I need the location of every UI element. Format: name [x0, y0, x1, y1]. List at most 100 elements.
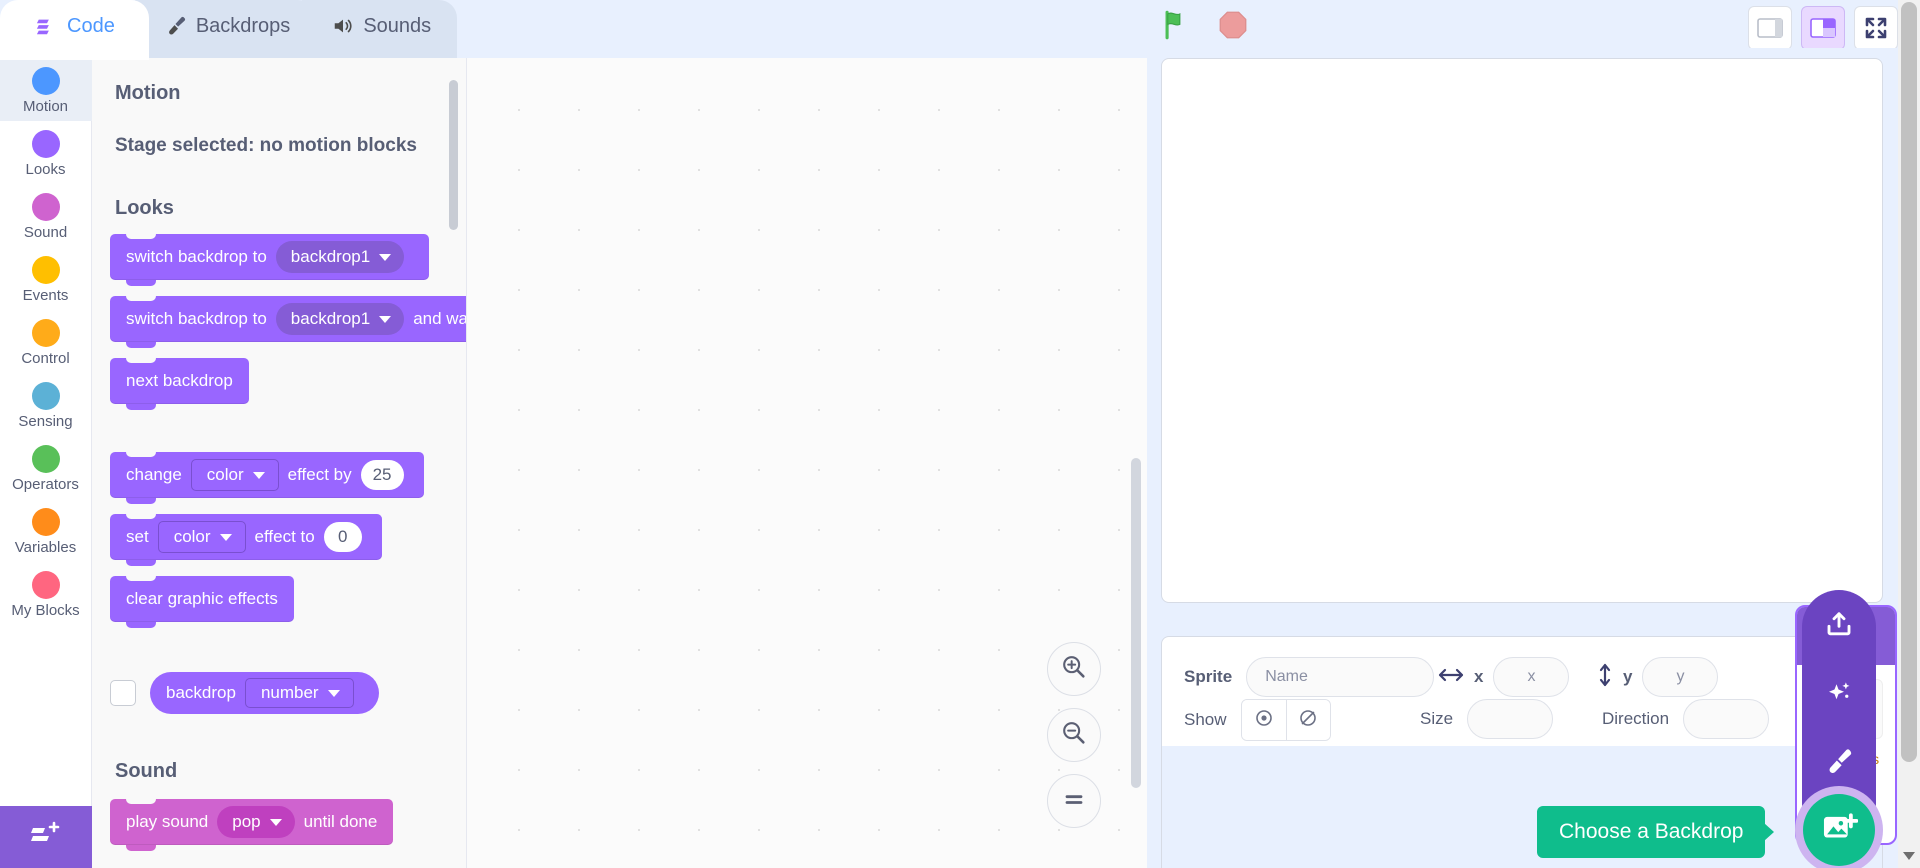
- workspace-zoom-controls: [1047, 642, 1101, 828]
- sprite-direction-row: Direction: [1602, 699, 1770, 739]
- sidebar-item-label: Looks: [25, 161, 66, 178]
- sidebar-item-label: My Blocks: [11, 602, 80, 619]
- dropdown-value: backdrop1: [290, 247, 371, 266]
- stop-button[interactable]: [1216, 8, 1250, 42]
- code-workspace[interactable]: [467, 58, 1147, 868]
- sprite-x-row: x x: [1438, 657, 1570, 697]
- effect-value-input[interactable]: 0: [323, 522, 362, 552]
- sidebar-item-variables[interactable]: Variables: [0, 499, 92, 562]
- tab-sounds-label: Sounds: [363, 14, 432, 37]
- dropdown-value: color: [173, 527, 211, 546]
- category-rail: Motion Looks Sound Events Control Sensin…: [0, 58, 92, 868]
- surprise-backdrop-item[interactable]: [1819, 678, 1859, 712]
- green-flag-button[interactable]: [1160, 8, 1194, 42]
- effect-amount-input[interactable]: 25: [360, 460, 404, 490]
- sprite-show-row: Show: [1184, 699, 1331, 741]
- block-play-sound-until-done[interactable]: play sound pop until done: [110, 798, 394, 851]
- choose-backdrop-tooltip[interactable]: Choose a Backdrop: [1537, 806, 1775, 858]
- show-visible-button[interactable]: [1241, 700, 1286, 740]
- my-blocks-color-dot: [31, 571, 60, 599]
- add-extension-button[interactable]: [0, 806, 92, 868]
- block-set-effect-to[interactable]: set color effect to 0: [110, 513, 382, 566]
- eye-icon: [1254, 708, 1274, 733]
- tab-code[interactable]: Code: [0, 0, 149, 60]
- paintbrush-icon: [1824, 746, 1854, 781]
- block-label: play sound: [126, 812, 209, 831]
- block-label: change: [126, 465, 182, 484]
- sprite-x-input[interactable]: x: [1493, 657, 1570, 697]
- upload-backdrop-item[interactable]: [1819, 610, 1859, 644]
- sound-dropdown[interactable]: pop: [217, 806, 295, 838]
- control-color-dot: [31, 319, 60, 347]
- sidebar-item-label: Control: [21, 350, 70, 367]
- sidebar-item-label: Sensing: [18, 413, 73, 430]
- operators-color-dot: [31, 445, 60, 473]
- backdrop-property-dropdown[interactable]: number: [244, 678, 354, 708]
- large-stage-button[interactable]: [1801, 6, 1845, 50]
- chevron-down-icon: [269, 818, 282, 826]
- effect-dropdown[interactable]: color: [157, 521, 246, 553]
- scroll-down-arrow-icon[interactable]: [1903, 852, 1915, 860]
- block-switch-backdrop-to-and-wait[interactable]: switch backdrop to backdrop1 and wait: [110, 295, 466, 348]
- tab-backdrops[interactable]: Backdrops: [134, 0, 317, 60]
- block-clear-graphic-effects[interactable]: clear graphic effects: [110, 575, 294, 628]
- block-change-effect-by[interactable]: change color effect by 25: [110, 451, 424, 504]
- block-switch-backdrop-to[interactable]: switch backdrop to backdrop1: [110, 233, 430, 286]
- page-scrollbar-thumb[interactable]: [1901, 2, 1917, 762]
- show-hidden-button[interactable]: [1285, 700, 1330, 740]
- sidebar-item-control[interactable]: Control: [0, 310, 92, 373]
- backdrop-dropdown[interactable]: backdrop1: [275, 303, 405, 335]
- block-palette[interactable]: Motion Stage selected: no motion blocks …: [92, 58, 467, 868]
- small-stage-button[interactable]: [1748, 6, 1792, 50]
- chevron-down-icon: [379, 315, 392, 323]
- scratch-editor: Code Backdrops Sounds Motion Looks Sound…: [0, 0, 1920, 868]
- chevron-down-icon: [327, 689, 340, 697]
- sidebar-item-my-blocks[interactable]: My Blocks: [0, 562, 92, 625]
- zoom-in-icon: [1060, 653, 1088, 686]
- effect-dropdown[interactable]: color: [190, 459, 279, 491]
- block-label: set: [126, 527, 149, 546]
- paint-backdrop-item[interactable]: [1819, 746, 1859, 780]
- zoom-in-button[interactable]: [1047, 642, 1101, 696]
- palette-heading-sound: Sound: [115, 760, 178, 782]
- add-extension-icon: [29, 820, 63, 855]
- zoom-out-button[interactable]: [1047, 708, 1101, 762]
- sidebar-item-looks[interactable]: Looks: [0, 121, 92, 184]
- sprite-y-row: y y: [1597, 657, 1719, 697]
- tab-sounds[interactable]: Sounds: [302, 0, 458, 60]
- zoom-out-icon: [1060, 719, 1088, 752]
- backdrop-monitor-checkbox[interactable]: [110, 680, 136, 706]
- sprite-name-input[interactable]: Name: [1246, 657, 1435, 697]
- run-controls: [1160, 8, 1250, 42]
- sprite-direction-input[interactable]: [1683, 699, 1770, 739]
- sidebar-item-motion[interactable]: Motion: [0, 58, 92, 121]
- tooltip-label: Choose a Backdrop: [1559, 820, 1744, 843]
- chevron-down-icon: [379, 253, 392, 261]
- sidebar-item-label: Sound: [23, 224, 68, 241]
- fullscreen-button[interactable]: [1854, 6, 1898, 50]
- zoom-reset-button[interactable]: [1047, 774, 1101, 828]
- sprite-size-row: Size: [1420, 699, 1554, 739]
- reporter-row-backdrop: backdrop number: [110, 672, 466, 714]
- sidebar-item-sound[interactable]: Sound: [0, 184, 92, 247]
- sprite-list-panel[interactable]: [1161, 746, 1883, 868]
- add-backdrop-fab[interactable]: [1795, 786, 1883, 868]
- dropdown-value: backdrop1: [290, 309, 371, 328]
- sprite-y-input[interactable]: y: [1642, 657, 1719, 697]
- stage-canvas[interactable]: [1161, 58, 1883, 603]
- block-backdrop-reporter[interactable]: backdrop number: [150, 672, 379, 714]
- block-label-mid: effect by: [287, 465, 352, 484]
- palette-motion-note: Stage selected: no motion blocks: [115, 135, 417, 156]
- sidebar-item-events[interactable]: Events: [0, 247, 92, 310]
- x-label: x: [1474, 667, 1484, 686]
- sidebar-item-operators[interactable]: Operators: [0, 436, 92, 499]
- sprite-name-row: Sprite Name: [1184, 657, 1435, 697]
- sprite-size-input[interactable]: [1467, 699, 1554, 739]
- sidebar-item-sensing[interactable]: Sensing: [0, 373, 92, 436]
- workspace-vertical-scrollbar[interactable]: [1131, 458, 1141, 788]
- dropdown-value: number: [260, 683, 319, 702]
- block-next-backdrop[interactable]: next backdrop: [110, 357, 249, 410]
- block-label-mid: effect to: [254, 527, 315, 546]
- page-scrollbar[interactable]: [1898, 0, 1920, 868]
- backdrop-dropdown[interactable]: backdrop1: [275, 241, 405, 273]
